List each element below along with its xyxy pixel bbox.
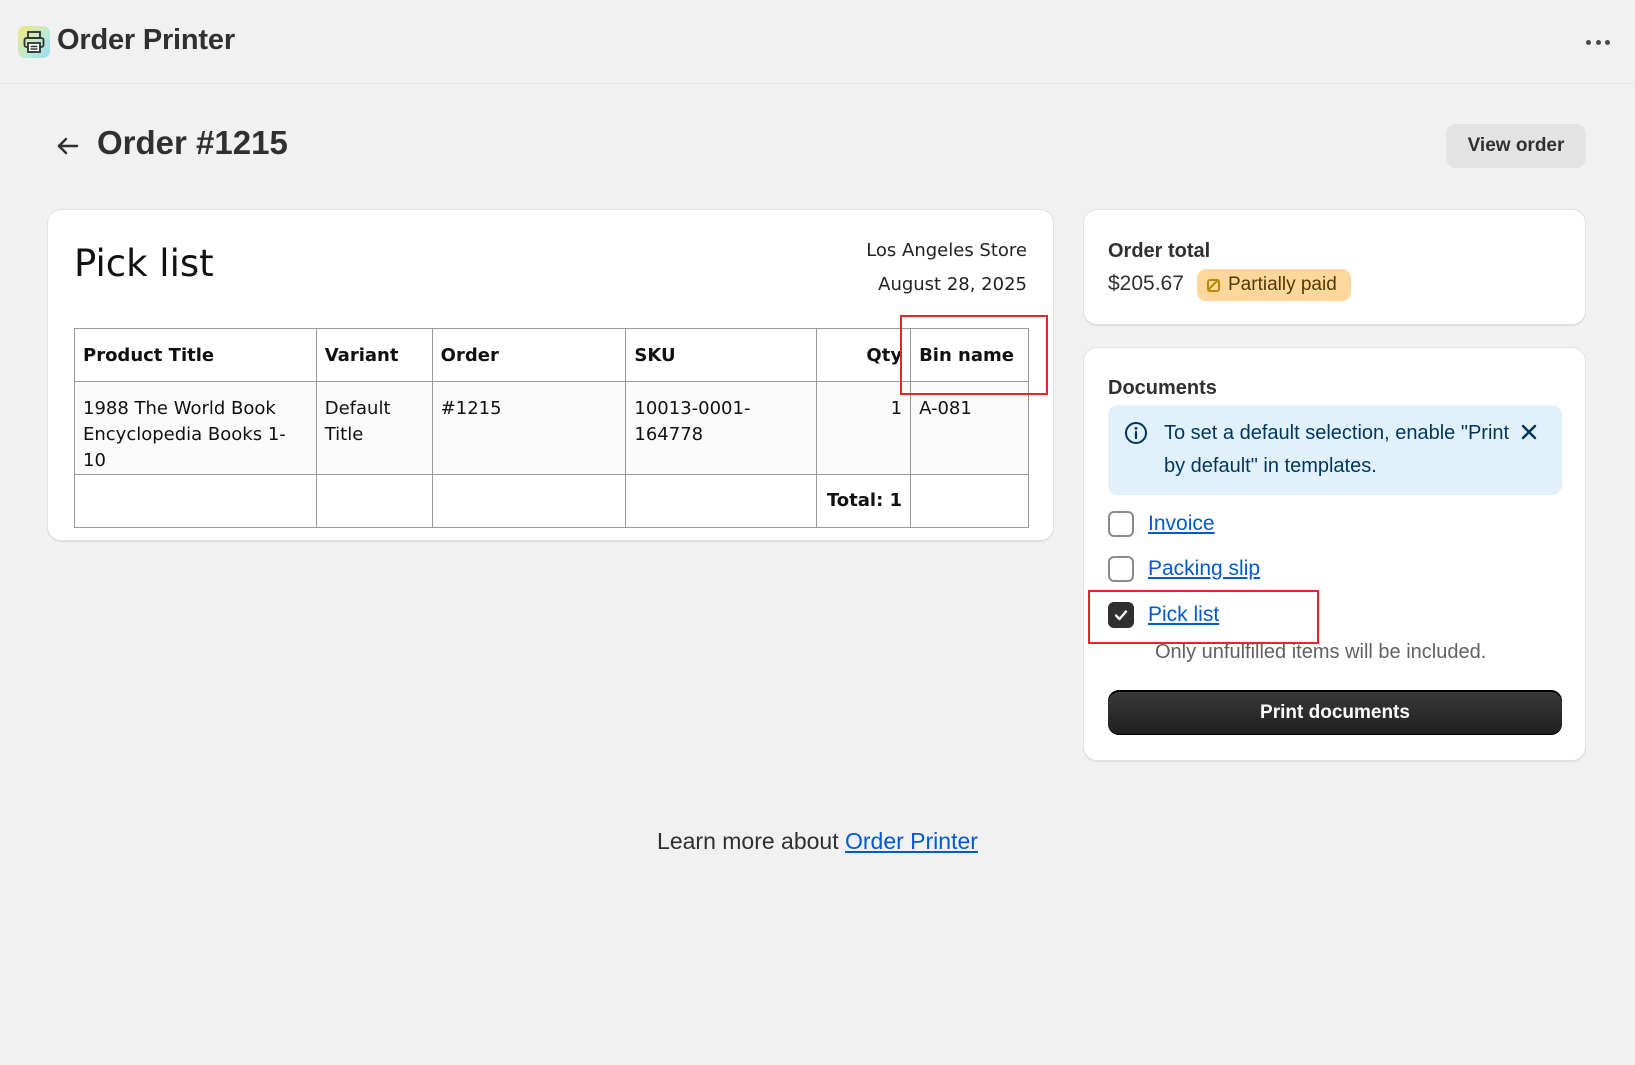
footer: Learn more about Order Printer: [0, 828, 1635, 855]
column-header-qty: Qty: [816, 328, 912, 382]
cell-empty: [625, 474, 818, 528]
invoice-checkbox[interactable]: [1108, 511, 1134, 537]
pick-list-table: Product Title Variant Order SKU Qty Bin …: [74, 328, 1029, 528]
pick-list-title: Pick list: [74, 242, 214, 285]
checkmark-icon: [1114, 610, 1128, 621]
table-row: 1988 The World Book Encyclopedia Books 1…: [74, 381, 1029, 475]
pick-list-note: Only unfulfilled items will be included.: [1155, 641, 1487, 663]
partial-payment-icon: [1207, 278, 1220, 292]
cell-empty: [315, 474, 433, 528]
column-header-order: Order: [431, 328, 627, 382]
cell-empty: [910, 474, 1029, 528]
status-badge-label: Partially paid: [1228, 274, 1337, 295]
store-name: Los Angeles Store: [866, 240, 1027, 261]
app-header: Order Printer: [0, 0, 1635, 84]
cell-sku: 10013-0001-164778: [625, 381, 818, 475]
cell-variant: Default Title: [315, 381, 433, 475]
cell-order: #1215: [431, 381, 627, 475]
close-icon[interactable]: [1520, 423, 1538, 441]
order-total-amount: $205.67: [1108, 272, 1184, 295]
print-documents-button[interactable]: Print documents: [1108, 690, 1562, 735]
cell-empty: [74, 474, 317, 528]
table-total-row: Total: 1: [74, 474, 1029, 528]
invoice-link[interactable]: Invoice: [1148, 512, 1215, 536]
info-banner: To set a default selection, enable "Prin…: [1108, 405, 1562, 495]
pick-list-preview: Pick list Los Angeles Store August 28, 2…: [47, 209, 1054, 541]
document-option-packing-slip[interactable]: Packing slip: [1108, 556, 1260, 582]
cell-bin-name: A-081: [910, 381, 1029, 475]
order-total-card: Order total $205.67 Partially paid: [1083, 209, 1586, 325]
printer-icon: [18, 26, 50, 58]
document-option-invoice[interactable]: Invoice: [1108, 511, 1215, 537]
column-header-variant: Variant: [315, 328, 433, 382]
info-icon: [1125, 422, 1147, 444]
view-order-button[interactable]: View order: [1446, 124, 1586, 168]
table-header-row: Product Title Variant Order SKU Qty Bin …: [74, 328, 1029, 382]
status-badge: Partially paid: [1197, 269, 1351, 301]
footer-text: Learn more about: [657, 828, 845, 854]
column-header-sku: SKU: [625, 328, 818, 382]
more-actions-icon[interactable]: [1582, 30, 1614, 54]
packing-slip-checkbox[interactable]: [1108, 556, 1134, 582]
cell-product-title: 1988 The World Book Encyclopedia Books 1…: [74, 381, 317, 475]
app-title: Order Printer: [57, 24, 235, 56]
back-arrow-icon[interactable]: [55, 133, 81, 159]
order-total-label: Order total: [1108, 240, 1211, 262]
page-title: Order #1215: [97, 124, 288, 161]
documents-label: Documents: [1108, 377, 1217, 399]
column-header-bin-name: Bin name: [910, 328, 1029, 382]
order-printer-link[interactable]: Order Printer: [845, 828, 978, 854]
cell-qty: 1: [816, 381, 912, 475]
column-header-product-title: Product Title: [74, 328, 317, 382]
pick-list-date: August 28, 2025: [878, 274, 1027, 295]
pick-list-link[interactable]: Pick list: [1148, 603, 1219, 627]
cell-empty: [431, 474, 627, 528]
pick-list-checkbox[interactable]: [1108, 602, 1134, 628]
documents-card: Documents To set a default selection, en…: [1083, 347, 1586, 761]
document-option-pick-list[interactable]: Pick list: [1108, 602, 1219, 628]
total-qty: Total: 1: [816, 474, 912, 528]
info-banner-text: To set a default selection, enable "Prin…: [1164, 422, 1510, 477]
packing-slip-link[interactable]: Packing slip: [1148, 557, 1260, 581]
